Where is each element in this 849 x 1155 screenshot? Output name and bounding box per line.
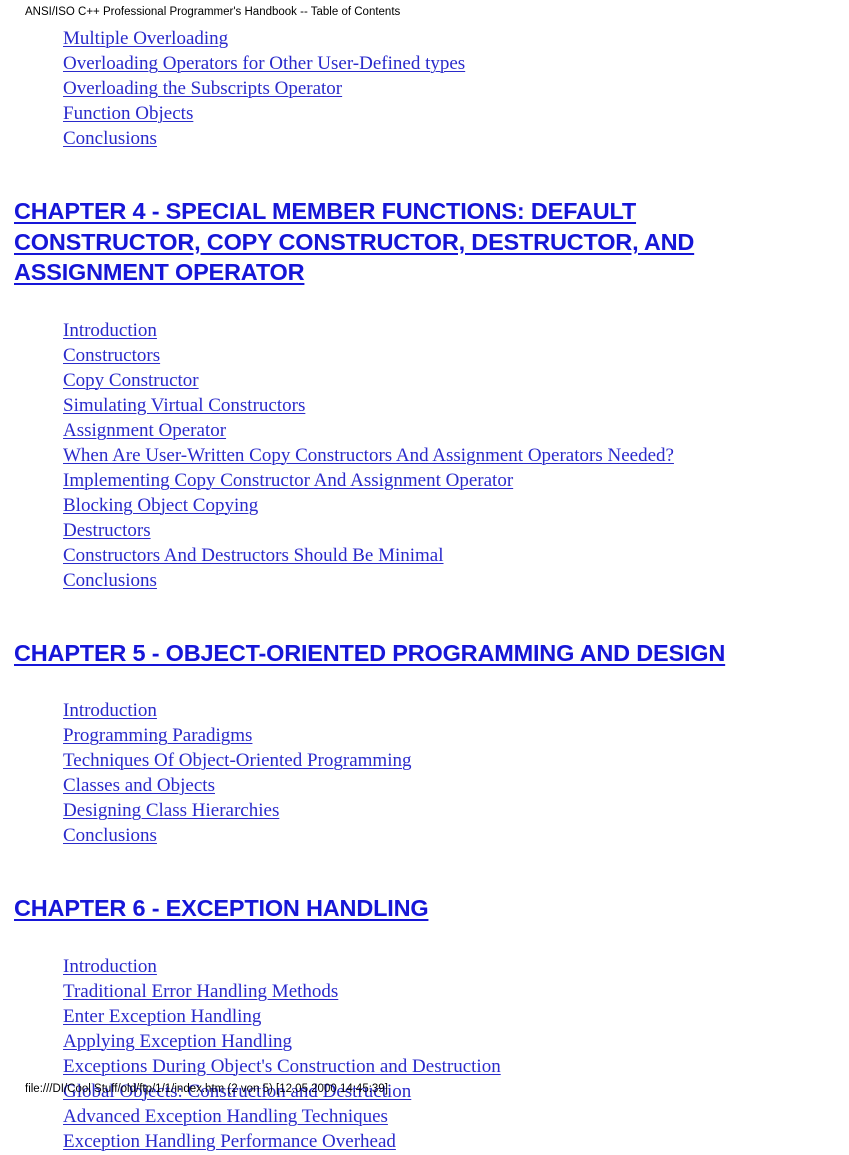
toc-link[interactable]: Overloading Operators for Other User-Def… <box>63 53 465 74</box>
toc-link[interactable]: Function Objects <box>63 103 193 124</box>
toc-list-item: Simulating Virtual Constructors <box>63 393 849 418</box>
toc-link[interactable]: Conclusions <box>63 825 157 846</box>
toc-link[interactable]: When Are User-Written Copy Constructors … <box>63 445 674 466</box>
toc-link[interactable]: Overloading the Subscripts Operator <box>63 78 342 99</box>
toc-link-list-continued: Multiple Overloading Overloading Operator… <box>0 26 849 151</box>
toc-link[interactable]: Constructors <box>63 345 160 366</box>
toc-list-item: Constructors And Destructors Should Be M… <box>63 543 849 568</box>
toc-list-item: Multiple Overloading <box>63 26 849 51</box>
toc-list-item: Destructors <box>63 518 849 543</box>
toc-link[interactable]: Implementing Copy Constructor And Assign… <box>63 470 513 491</box>
toc-list-item: Exception Handling Performance Overhead <box>63 1129 849 1154</box>
toc-link[interactable]: Traditional Error Handling Methods <box>63 981 338 1002</box>
toc-list-item: Overloading Operators for Other User-Def… <box>63 51 849 76</box>
toc-link[interactable]: Exception Handling Performance Overhead <box>63 1131 396 1152</box>
toc-list-item: Enter Exception Handling <box>63 1004 849 1029</box>
toc-list-item: Copy Constructor <box>63 368 849 393</box>
toc-list-item: Applying Exception Handling <box>63 1029 849 1054</box>
chapter-section: CHAPTER 6 - EXCEPTION HANDLING Introducti… <box>0 893 849 1154</box>
toc-link[interactable]: Applying Exception Handling <box>63 1031 292 1052</box>
toc-list-item: Conclusions <box>63 126 849 151</box>
chapter-heading[interactable]: CHAPTER 6 - EXCEPTION HANDLING <box>0 893 849 924</box>
toc-link[interactable]: Introduction <box>63 956 157 977</box>
toc-list-item: Assignment Operator <box>63 418 849 443</box>
toc-list-item: Introduction <box>63 318 849 343</box>
toc-list-item: Classes and Objects <box>63 773 849 798</box>
toc-link[interactable]: Simulating Virtual Constructors <box>63 395 305 416</box>
toc-list-item: Designing Class Hierarchies <box>63 798 849 823</box>
toc-list-item: Conclusions <box>63 568 849 593</box>
toc-list-item: Blocking Object Copying <box>63 493 849 518</box>
toc-list-item: Introduction <box>63 698 849 723</box>
toc-list-item: Programming Paradigms <box>63 723 849 748</box>
toc-link-list-chapter-5: Introduction Programming Paradigms Techniq… <box>0 698 849 848</box>
chapter-section: CHAPTER 5 - OBJECT-ORIENTED PROGRAMMING … <box>0 638 849 849</box>
toc-list-item: Introduction <box>63 954 849 979</box>
chapter-heading-link[interactable]: CHAPTER 4 - SPECIAL MEMBER FUNCTIONS: DE… <box>14 198 694 285</box>
toc-content: Multiple Overloading Overloading Operator… <box>0 26 849 1154</box>
toc-link[interactable]: Enter Exception Handling <box>63 1006 261 1027</box>
toc-link[interactable]: Blocking Object Copying <box>63 495 258 516</box>
toc-link[interactable]: Programming Paradigms <box>63 725 252 746</box>
toc-link[interactable]: Designing Class Hierarchies <box>63 800 279 821</box>
document-page: ANSI/ISO C++ Professional Programmer's H… <box>0 0 849 1152</box>
toc-link[interactable]: Advanced Exception Handling Techniques <box>63 1106 388 1127</box>
toc-list-item: Implementing Copy Constructor And Assign… <box>63 468 849 493</box>
toc-link[interactable]: Introduction <box>63 320 157 341</box>
toc-list-item: Exceptions During Object's Construction … <box>63 1054 849 1079</box>
chapter-heading[interactable]: CHAPTER 5 - OBJECT-ORIENTED PROGRAMMING … <box>0 638 849 669</box>
chapter-heading-link[interactable]: CHAPTER 5 - OBJECT-ORIENTED PROGRAMMING … <box>14 640 725 666</box>
toc-link[interactable]: Exceptions During Object's Construction … <box>63 1056 501 1077</box>
toc-link-list-chapter-4: Introduction Constructors Copy Constructor… <box>0 318 849 593</box>
toc-list-item: Function Objects <box>63 101 849 126</box>
toc-link[interactable]: Techniques Of Object-Oriented Programmin… <box>63 750 412 771</box>
toc-link[interactable]: Destructors <box>63 520 151 541</box>
toc-link[interactable]: Multiple Overloading <box>63 28 228 49</box>
chapter-heading[interactable]: CHAPTER 4 - SPECIAL MEMBER FUNCTIONS: DE… <box>0 196 849 288</box>
chapter-section: CHAPTER 4 - SPECIAL MEMBER FUNCTIONS: DE… <box>0 196 849 593</box>
toc-list-item: Conclusions <box>63 823 849 848</box>
toc-list-item: Traditional Error Handling Methods <box>63 979 849 1004</box>
running-header: ANSI/ISO C++ Professional Programmer's H… <box>25 6 401 18</box>
toc-link[interactable]: Copy Constructor <box>63 370 199 391</box>
toc-link[interactable]: Conclusions <box>63 570 157 591</box>
toc-list-item: When Are User-Written Copy Constructors … <box>63 443 849 468</box>
chapter-sections: CHAPTER 4 - SPECIAL MEMBER FUNCTIONS: DE… <box>0 196 849 1154</box>
toc-link-list-chapter-6: Introduction Traditional Error Handling M… <box>0 954 849 1154</box>
page-footer: file:///DI/Cool Stuff/old/ftp/1/1/index.… <box>25 1083 388 1095</box>
toc-link[interactable]: Classes and Objects <box>63 775 215 796</box>
toc-list-item: Overloading the Subscripts Operator <box>63 76 849 101</box>
toc-link[interactable]: Constructors And Destructors Should Be M… <box>63 545 444 566</box>
chapter-heading-link[interactable]: CHAPTER 6 - EXCEPTION HANDLING <box>14 895 429 921</box>
toc-link[interactable]: Conclusions <box>63 128 157 149</box>
toc-list-item: Constructors <box>63 343 849 368</box>
toc-link[interactable]: Introduction <box>63 700 157 721</box>
toc-list-item: Advanced Exception Handling Techniques <box>63 1104 849 1129</box>
toc-list-item: Techniques Of Object-Oriented Programmin… <box>63 748 849 773</box>
toc-link[interactable]: Assignment Operator <box>63 420 226 441</box>
